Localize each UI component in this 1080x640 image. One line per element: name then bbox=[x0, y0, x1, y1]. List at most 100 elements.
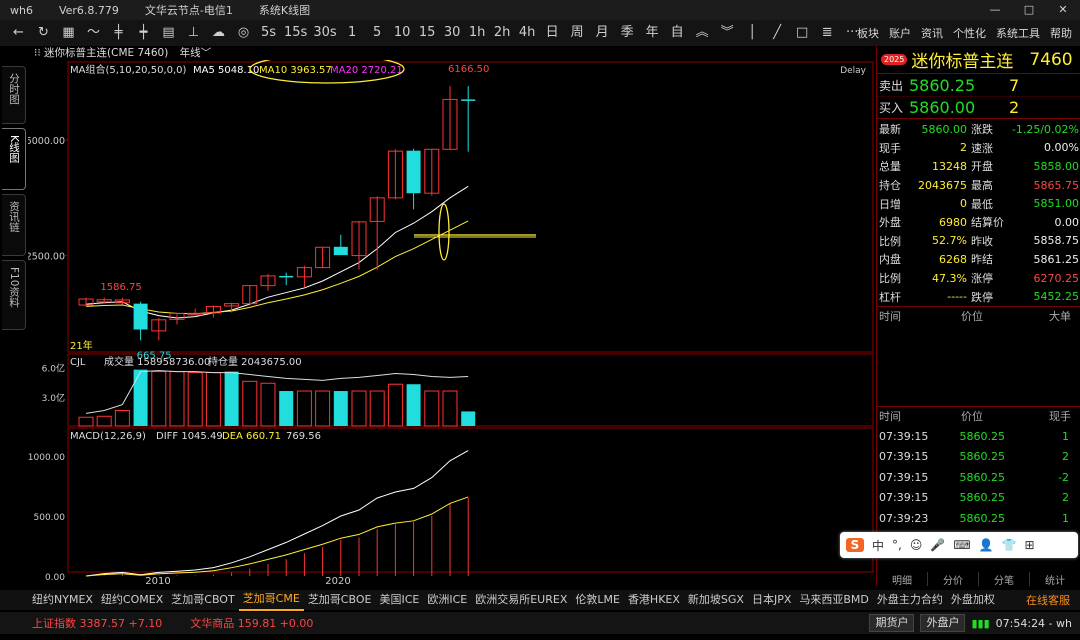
quote-value: ----- bbox=[947, 290, 967, 304]
market-tab[interactable]: 外盘主力合约 bbox=[873, 590, 947, 610]
chevron-down-icon[interactable]: ﹀ bbox=[201, 47, 212, 59]
maximize-icon[interactable]: □ bbox=[1012, 0, 1046, 20]
minimize-icon[interactable]: — bbox=[978, 0, 1012, 20]
market-tab[interactable]: 马来西亚BMD bbox=[795, 590, 873, 610]
ime-chinese-toggle[interactable]: 中 bbox=[872, 537, 884, 554]
menu-news[interactable]: 资讯 bbox=[921, 25, 943, 41]
compass-icon[interactable]: ◎ bbox=[231, 22, 256, 44]
period-week[interactable]: 周 bbox=[565, 22, 590, 44]
market-tab[interactable]: 日本JPX bbox=[748, 590, 795, 610]
bar-icon[interactable]: ┿ bbox=[131, 22, 156, 44]
quote-value: 2 bbox=[960, 141, 967, 155]
ime-skin-icon[interactable]: 👕 bbox=[1002, 538, 1017, 552]
market-tab[interactable]: 香港HKEX bbox=[624, 590, 684, 610]
close-icon[interactable]: ✕ bbox=[1046, 0, 1080, 20]
market-tab[interactable]: 欧洲ICE bbox=[423, 590, 471, 610]
tick-price: 5860.25 bbox=[959, 511, 1006, 525]
sogou-logo-icon[interactable]: S bbox=[846, 538, 864, 552]
menu-help[interactable]: 帮助 bbox=[1050, 25, 1072, 41]
period-month[interactable]: 月 bbox=[590, 22, 615, 44]
ime-voice-icon[interactable]: 🎤 bbox=[930, 538, 945, 552]
foreign-account-button[interactable]: 外盘户 bbox=[920, 614, 966, 632]
market-tab[interactable]: 美国ICE bbox=[375, 590, 423, 610]
online-service-link[interactable]: 在线客服 bbox=[1026, 592, 1070, 608]
chart-area[interactable]: ⁝⁝ 迷你标普主连(CME 7460) 年线﹀ MA组合(5,10,20,50,… bbox=[28, 46, 874, 586]
quote-value: -1.25/0.02% bbox=[1011, 122, 1079, 136]
square-icon[interactable]: □ bbox=[790, 22, 815, 44]
futures-account-button[interactable]: 期货户 bbox=[869, 614, 915, 632]
tab-kline[interactable]: K线图 bbox=[2, 128, 26, 190]
period-30s[interactable]: 30s bbox=[310, 22, 339, 44]
quote-key: 涨停 bbox=[971, 272, 993, 286]
settings-icon[interactable]: ⁝⁝ bbox=[34, 47, 41, 59]
ruler-icon[interactable]: ⊥ bbox=[181, 22, 206, 44]
tab-ticks[interactable]: 分笔 bbox=[979, 572, 1030, 587]
period-15s[interactable]: 15s bbox=[281, 22, 310, 44]
quote-value: 13248 bbox=[932, 159, 967, 173]
quote-value: 5858.00 bbox=[1033, 159, 1080, 173]
market-tab[interactable]: 芝加哥CME bbox=[238, 589, 304, 611]
line-chart-icon[interactable]: 〜 bbox=[81, 22, 106, 44]
ime-menu-icon[interactable]: ⊞ bbox=[1025, 538, 1035, 552]
period-5s[interactable]: 5s bbox=[256, 22, 281, 44]
period-5[interactable]: 5 bbox=[365, 22, 390, 44]
market-tab[interactable]: 伦敦LME bbox=[571, 590, 624, 610]
ime-user-icon[interactable]: 👤 bbox=[979, 538, 994, 552]
cloud-icon[interactable]: ☁ bbox=[206, 22, 231, 44]
tab-f10[interactable]: F10资料 bbox=[2, 260, 26, 330]
zoom-out-icon[interactable]: ︾ bbox=[715, 22, 740, 44]
market-tab[interactable]: 芝加哥CBOT bbox=[167, 590, 238, 610]
volume-bar bbox=[351, 390, 367, 427]
indicator-icon[interactable]: ≣ bbox=[815, 22, 840, 44]
ime-emoji-icon[interactable]: ☺ bbox=[910, 538, 923, 552]
menu-account[interactable]: 账户 bbox=[889, 25, 911, 41]
market-tab[interactable]: 纽约NYMEX bbox=[28, 590, 97, 610]
quote-key: 涨跌 bbox=[971, 123, 993, 137]
period-4h[interactable]: 4h bbox=[515, 22, 540, 44]
ime-keyboard-icon[interactable]: ⌨ bbox=[953, 538, 970, 552]
zoom-in-icon[interactable]: ︽ bbox=[690, 22, 715, 44]
period-15[interactable]: 15 bbox=[415, 22, 440, 44]
menu-personalize[interactable]: 个性化 bbox=[953, 25, 986, 41]
refresh-icon[interactable]: ↻ bbox=[31, 22, 56, 44]
period-1h[interactable]: 1h bbox=[465, 22, 490, 44]
period-day[interactable]: 日 bbox=[540, 22, 565, 44]
market-tab[interactable]: 纽约COMEX bbox=[97, 590, 167, 610]
period-year[interactable]: 年 bbox=[640, 22, 665, 44]
tab-timeshare[interactable]: 分时图 bbox=[2, 66, 26, 124]
kline-icon[interactable]: ╪ bbox=[106, 22, 131, 44]
crosshair-icon[interactable]: │ bbox=[740, 22, 765, 44]
ask-row[interactable]: 卖出 5860.25 7 bbox=[877, 74, 1080, 96]
grid-icon[interactable]: ▦ bbox=[56, 22, 81, 44]
menu-sector[interactable]: 板块 bbox=[857, 25, 879, 41]
window-icon[interactable]: ▤ bbox=[156, 22, 181, 44]
market-tab[interactable]: 外盘加权 bbox=[947, 590, 999, 610]
bid-row[interactable]: 买入 5860.00 2 bbox=[877, 96, 1080, 118]
kline-chart[interactable]: MA组合(5,10,20,50,0,0) MA5 5048.10 MA10 3963… bbox=[28, 60, 874, 586]
volume-bar bbox=[78, 416, 94, 427]
draw-line-icon[interactable]: ╱ bbox=[765, 22, 790, 44]
period-1[interactable]: 1 bbox=[340, 22, 365, 44]
index-wenhua[interactable]: 文华商品 159.81 +0.00 bbox=[190, 615, 313, 631]
volume-bar bbox=[406, 384, 421, 426]
market-tab[interactable]: 芝加哥CBOE bbox=[304, 590, 376, 610]
tab-price-dist[interactable]: 分价 bbox=[928, 572, 979, 587]
ma-line bbox=[85, 185, 469, 319]
vol-tick-label: 3.0亿 bbox=[42, 392, 65, 404]
period-custom[interactable]: 自 bbox=[665, 22, 690, 44]
tab-stats[interactable]: 统计 bbox=[1030, 572, 1080, 587]
quote-value: 0.00% bbox=[1044, 141, 1079, 155]
period-30[interactable]: 30 bbox=[440, 22, 465, 44]
market-tab[interactable]: 欧洲交易所EUREX bbox=[471, 590, 571, 610]
menu-system-tools[interactable]: 系统工具 bbox=[996, 25, 1040, 41]
back-icon[interactable]: ← bbox=[6, 22, 31, 44]
index-shanghai[interactable]: 上证指数 3387.57 +7.10 bbox=[32, 615, 162, 631]
period-label[interactable]: 年线 bbox=[180, 47, 201, 59]
market-tab[interactable]: 新加坡SGX bbox=[684, 590, 748, 610]
ime-punct-icon[interactable]: °, bbox=[892, 538, 902, 552]
period-2h[interactable]: 2h bbox=[490, 22, 515, 44]
tab-news-chain[interactable]: 资讯链 bbox=[2, 194, 26, 256]
tab-detail[interactable]: 明细 bbox=[877, 572, 928, 587]
period-quarter[interactable]: 季 bbox=[615, 22, 640, 44]
period-10[interactable]: 10 bbox=[390, 22, 415, 44]
